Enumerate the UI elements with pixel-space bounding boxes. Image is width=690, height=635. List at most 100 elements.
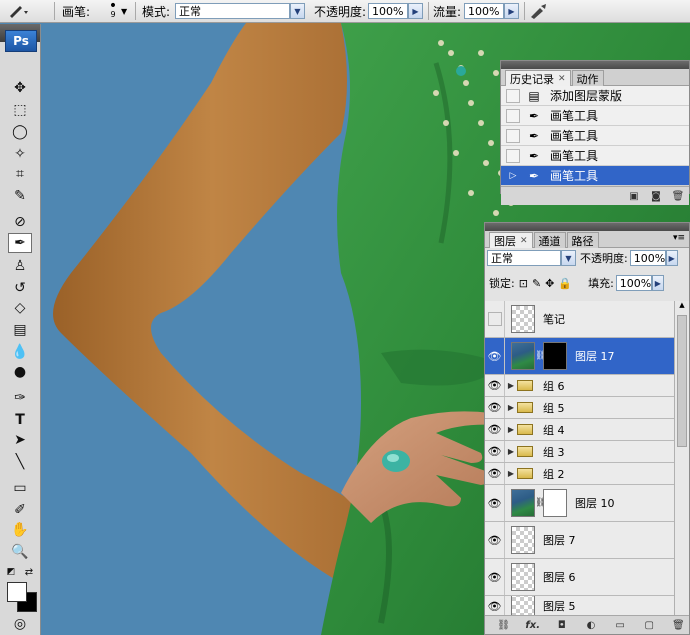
history-state-marker-icon[interactable]: ▷ [506, 168, 520, 183]
tab-actions[interactable]: 动作 [571, 70, 604, 86]
foreground-color-swatch[interactable] [7, 582, 27, 602]
chevron-down-icon[interactable]: ▼ [561, 250, 576, 266]
tab-layers[interactable]: 图层 ✕ [489, 232, 533, 248]
opacity-input[interactable]: 100% ▶ [368, 2, 423, 20]
trash-icon[interactable]: 🗑 [671, 190, 685, 202]
new-document-from-state-icon[interactable]: ▣ [627, 190, 641, 202]
tab-paths[interactable]: 路径 [566, 232, 599, 248]
magic-wand-tool-icon[interactable]: ✧ [8, 144, 32, 164]
opacity-slider-icon[interactable]: ▶ [665, 250, 678, 266]
layers-scrollbar[interactable]: ▲ [674, 301, 689, 616]
layer-row[interactable]: 👁 图层 5 [485, 596, 675, 617]
lasso-tool-icon[interactable]: ◯ [8, 122, 32, 142]
eye-icon[interactable]: 👁 [485, 441, 505, 462]
layer-row-selected[interactable]: 👁 ⛓ 图层 17 [485, 338, 675, 375]
type-tool-icon[interactable]: T [8, 410, 32, 430]
expand-triangle-icon[interactable]: ▶ [505, 469, 517, 478]
default-colors-icon[interactable]: ◩ [4, 562, 18, 582]
eye-icon[interactable]: 👁 [485, 375, 505, 396]
mode-select[interactable]: 正常 ▼ [175, 2, 305, 20]
history-item-selected[interactable]: ▷ ✒ 画笔工具 [501, 166, 689, 186]
layer-row[interactable]: 👁 图层 6 [485, 559, 675, 596]
folder-icon[interactable]: ▭ [613, 619, 627, 631]
close-icon[interactable]: ✕ [558, 74, 566, 84]
layer-opacity-input[interactable]: 100% ▶ [629, 250, 678, 266]
pen-tool-icon[interactable]: ✑ [8, 388, 32, 408]
scroll-up-icon[interactable]: ▲ [675, 301, 689, 313]
clone-stamp-tool-icon[interactable]: ♙ [8, 256, 32, 276]
layer-mask-thumbnail[interactable] [543, 342, 567, 370]
snapshot-icon[interactable]: ◙ [649, 190, 663, 202]
history-brush-tool-icon[interactable]: ↺ [8, 278, 32, 298]
visibility-toggle[interactable] [485, 301, 505, 337]
eye-icon[interactable]: 👁 [485, 522, 505, 558]
zoom-tool-icon[interactable]: 🔍 [8, 542, 32, 562]
layer-mask-thumbnail[interactable] [543, 489, 567, 517]
expand-triangle-icon[interactable]: ▶ [505, 425, 517, 434]
history-source-checkbox[interactable] [506, 148, 520, 163]
marquee-tool-icon[interactable]: ⬚ [8, 100, 32, 120]
eye-icon[interactable]: 👁 [485, 596, 505, 616]
fill-input[interactable]: 100% ▶ [615, 275, 664, 291]
layer-group-row[interactable]: 👁 ▶ 组 2 [485, 463, 675, 485]
panel-title-bar[interactable] [501, 61, 689, 69]
layer-opacity-value[interactable]: 100% [629, 250, 666, 266]
history-source-checkbox[interactable] [506, 88, 520, 103]
trash-icon[interactable]: 🗑 [671, 619, 685, 631]
lock-transparent-icon[interactable]: ⊡ [519, 277, 528, 290]
tab-channels[interactable]: 通道 [533, 232, 566, 248]
layer-row[interactable]: 👁 图层 7 [485, 522, 675, 559]
adjustment-icon[interactable]: ◐ [584, 619, 598, 631]
notes-tool-icon[interactable]: ▭ [8, 478, 32, 498]
layer-group-row[interactable]: 👁 ▶ 组 3 [485, 441, 675, 463]
flow-input[interactable]: 100% ▶ [464, 2, 519, 20]
history-item[interactable]: ✒ 画笔工具 [501, 146, 689, 166]
expand-triangle-icon[interactable]: ▶ [505, 447, 517, 456]
panel-title-bar[interactable] [485, 223, 689, 231]
ps-logo[interactable]: Ps [5, 30, 37, 52]
expand-triangle-icon[interactable]: ▶ [505, 403, 517, 412]
link-icon[interactable]: ⛓ [535, 498, 546, 508]
eye-icon[interactable]: 👁 [485, 463, 505, 484]
fill-value[interactable]: 100% [615, 275, 652, 291]
gradient-tool-icon[interactable]: ▤ [8, 320, 32, 340]
lock-all-icon[interactable]: 🔒 [558, 277, 572, 290]
chevron-down-icon[interactable]: ▼ [290, 3, 305, 19]
opacity-value[interactable]: 100% [368, 3, 408, 19]
lock-position-icon[interactable]: ✥ [545, 277, 554, 290]
mask-icon[interactable]: ◘ [555, 619, 569, 631]
tab-history[interactable]: 历史记录 ✕ [505, 70, 571, 86]
brush-tool-icon[interactable]: ✒ [8, 233, 32, 253]
eye-icon[interactable]: 👁 [485, 419, 505, 440]
opacity-slider-icon[interactable]: ▶ [408, 3, 423, 19]
fx-icon[interactable]: fx. [525, 619, 540, 631]
crop-tool-icon[interactable]: ⌗ [8, 164, 32, 184]
quick-mask-icon[interactable]: ◎ [8, 614, 32, 634]
scroll-thumb[interactable] [677, 315, 687, 447]
blend-mode-select[interactable]: 正常 ▼ [487, 250, 576, 266]
history-item[interactable]: ✒ 画笔工具 [501, 126, 689, 146]
swap-colors-icon[interactable]: ⇄ [22, 562, 36, 582]
history-item[interactable]: ✒ 画笔工具 [501, 106, 689, 126]
flow-value[interactable]: 100% [464, 3, 504, 19]
lock-image-icon[interactable]: ✎ [532, 277, 541, 290]
path-selection-tool-icon[interactable]: ➤ [8, 430, 32, 450]
layer-row[interactable]: 笔记 [485, 301, 675, 338]
panel-menu-icon[interactable]: ▾≡ [673, 233, 685, 243]
layer-group-row[interactable]: 👁 ▶ 组 4 [485, 419, 675, 441]
healing-brush-tool-icon[interactable]: ⊘ [8, 212, 32, 232]
new-layer-icon[interactable]: ▢ [642, 619, 656, 631]
flow-slider-icon[interactable]: ▶ [504, 3, 519, 19]
eye-icon[interactable]: 👁 [485, 485, 505, 521]
layer-row[interactable]: 👁 ⛓ 图层 10 [485, 485, 675, 522]
eraser-tool-icon[interactable]: ◇ [8, 298, 32, 318]
eye-icon[interactable]: 👁 [485, 559, 505, 595]
history-source-checkbox[interactable] [506, 108, 520, 123]
slice-tool-icon[interactable]: ✎ [8, 186, 32, 206]
close-icon[interactable]: ✕ [520, 236, 528, 246]
link-icon[interactable]: ⛓ [535, 351, 546, 361]
eye-icon[interactable]: 👁 [485, 397, 505, 418]
line-tool-icon[interactable]: ╲ [8, 452, 32, 472]
eye-icon[interactable]: 👁 [485, 338, 505, 374]
fill-slider-icon[interactable]: ▶ [651, 275, 664, 291]
